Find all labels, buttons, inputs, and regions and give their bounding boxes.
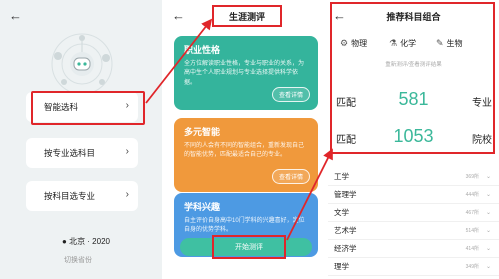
category-count: 514所	[465, 228, 479, 234]
location-display: ● 北京 · 2020	[62, 236, 110, 247]
menu-item-by-major[interactable]: 按专业选科目 ›	[26, 138, 138, 168]
menu-item-by-subject[interactable]: 按科目选专业 ›	[26, 181, 138, 211]
chevron-down-icon: ⌄	[485, 210, 491, 216]
back-arrow-icon[interactable]: ←	[172, 8, 185, 23]
card-description: 不同的人会有不同的智能组合，重新发现自己的智能优势，匹配最适合自己的专业。	[184, 143, 305, 159]
category-name: 管理学	[334, 190, 357, 199]
location-pin-icon: ●	[62, 237, 67, 246]
chevron-down-icon: ⌄	[485, 192, 491, 198]
list-item[interactable]: 文学 467所 ⌄	[328, 204, 499, 222]
chevron-down-icon: ⌄	[485, 228, 491, 234]
list-item[interactable]: 工学 369所 ⌄	[328, 168, 499, 186]
card-title: 职业性格	[184, 45, 221, 55]
card-description: 自主评价自身高中10门学科的兴趣喜好，定位自身的优势学科。	[184, 218, 305, 234]
list-item[interactable]: 艺术学 514所 ⌄	[328, 222, 499, 240]
highlight-frame	[330, 2, 495, 154]
menu-item-label: 按专业选科目	[44, 148, 96, 158]
category-count: 444所	[465, 192, 479, 198]
location-text: 北京 · 2020	[69, 237, 110, 246]
category-list: 工学 369所 ⌄ 管理学 444所 ⌄ 文学 467所 ⌄ 艺术学 514所 …	[328, 168, 499, 276]
chevron-down-icon: ⌄	[485, 264, 491, 270]
category-name: 文学	[334, 208, 349, 217]
robot-illustration	[51, 33, 113, 95]
recommendation-screen: ← 推荐科目组合 ⚙ 物理 ⚗ 化学 ✎ 生物 重新测评/查看测评结果 匹配 5…	[328, 0, 499, 279]
category-count: 369所	[465, 174, 479, 180]
chevron-down-icon: ⌄	[485, 174, 491, 180]
card-description: 全方位解读职业性格，专业与职业的关系，为高中生个人职业规划与专业选择提供科学依据…	[184, 61, 305, 86]
menu-item-label: 按科目选专业	[44, 191, 96, 201]
list-item[interactable]: 经济学 414所 ⌄	[328, 240, 499, 258]
list-item[interactable]: 理学 349所 ⌄	[328, 258, 499, 276]
home-screen: ← 智能选科 › 按专业选科目 › 按科目选专业 › ● 北京 · 2020 切…	[0, 0, 162, 279]
category-count: 414所	[465, 246, 479, 252]
highlight-frame	[31, 91, 145, 125]
card-career-personality[interactable]: 职业性格 全方位解读职业性格，专业与职业的关系，为高中生个人职业规划与专业选择提…	[174, 36, 318, 110]
category-name: 工学	[334, 172, 349, 181]
assessment-screen: ← 生涯测评 职业性格 全方位解读职业性格，专业与职业的关系，为高中生个人职业规…	[166, 0, 326, 279]
chevron-right-icon: ›	[125, 189, 129, 200]
chevron-right-icon: ›	[125, 146, 129, 157]
start-assessment-button[interactable]: 开始测评	[212, 235, 286, 259]
switch-province-link[interactable]: 切换省份	[64, 255, 92, 265]
card-title: 多元智能	[184, 127, 221, 137]
chevron-down-icon: ⌄	[485, 246, 491, 252]
category-count: 467所	[465, 210, 479, 216]
card-title: 学科兴趣	[184, 202, 221, 212]
category-name: 理学	[334, 262, 349, 271]
page-title: 生涯测评	[212, 5, 282, 27]
view-details-button[interactable]: 查看详情	[271, 169, 310, 184]
list-item[interactable]: 管理学 444所 ⌄	[328, 186, 499, 204]
card-multiple-intelligences[interactable]: 多元智能 不同的人会有不同的智能组合，重新发现自己的智能优势，匹配最适合自己的专…	[174, 118, 318, 192]
category-name: 经济学	[334, 244, 357, 253]
category-name: 艺术学	[334, 226, 357, 235]
view-details-button[interactable]: 查看详情	[271, 87, 310, 102]
category-count: 349所	[465, 264, 479, 270]
